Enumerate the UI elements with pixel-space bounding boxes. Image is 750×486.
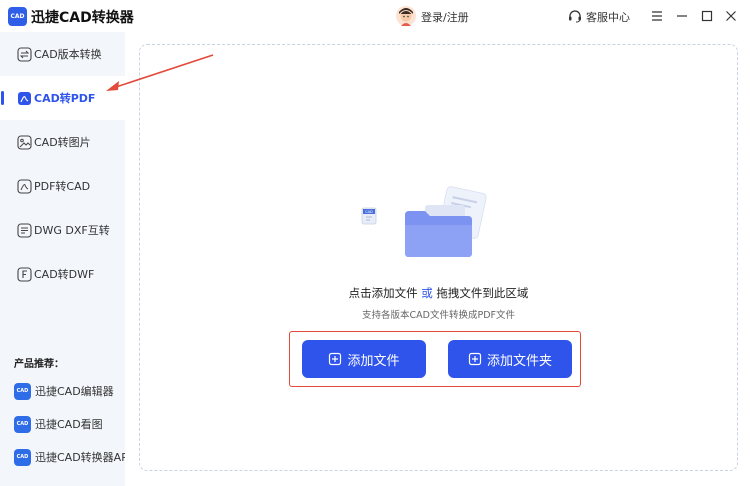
add-file-button[interactable]: 添加文件: [302, 340, 426, 378]
add-folder-label: 添加文件夹: [486, 353, 552, 369]
product-cad-converter-app[interactable]: CAD 迅捷CAD转换器APP: [14, 447, 134, 467]
product-cad-viewer[interactable]: CAD 迅捷CAD看图: [14, 414, 103, 434]
version-convert-icon: [17, 46, 32, 62]
sidebar-item-cad-to-image[interactable]: CAD转图片: [0, 120, 125, 164]
minimize-icon: [677, 15, 687, 17]
sidebar-item-cad-to-pdf[interactable]: CAD转PDF: [0, 76, 125, 120]
cad-editor-app-icon: CAD: [14, 382, 31, 400]
add-folder-icon: [468, 352, 482, 366]
menu-icon: [652, 11, 662, 21]
login-link[interactable]: 登录/注册: [421, 9, 469, 25]
drop-zone[interactable]: CAD 点击添加文件 或 拖拽文件到此区域 支持各版本CAD文件转换成PDF文件: [139, 44, 738, 471]
add-folder-button[interactable]: 添加文件夹: [448, 340, 572, 378]
product-label: 迅捷CAD转换器APP: [35, 451, 135, 464]
file-badge-text: CAD: [365, 210, 373, 214]
drop-instruction-or: 或: [421, 286, 433, 300]
product-cad-editor[interactable]: CAD 迅捷CAD编辑器: [14, 381, 114, 401]
avatar[interactable]: [396, 6, 416, 26]
app-logo: CAD: [8, 7, 27, 26]
pdf-icon: [18, 91, 31, 105]
sidebar-item-label: PDF转CAD: [34, 180, 91, 193]
title-bar: CAD 迅捷CAD转换器 登录/注册 客服中心: [0, 0, 750, 32]
sidebar-item-label: CAD转PDF: [34, 92, 96, 105]
drop-subtitle: 支持各版本CAD文件转换成PDF文件: [362, 310, 515, 321]
drop-instruction-a: 点击添加文件: [348, 286, 418, 300]
product-label: 迅捷CAD看图: [35, 418, 103, 431]
dwg-dxf-icon: [17, 222, 32, 238]
main-panel: CAD 点击添加文件 或 拖拽文件到此区域 支持各版本CAD文件转换成PDF文件: [125, 32, 750, 486]
maximize-icon: [701, 10, 713, 22]
app-title: 迅捷CAD转换器: [31, 10, 134, 26]
sidebar-item-pdf-to-cad[interactable]: PDF转CAD: [0, 164, 125, 208]
sidebar-item-cad-version[interactable]: CAD版本转换: [0, 32, 125, 76]
product-label: 迅捷CAD编辑器: [35, 385, 114, 398]
sidebar-item-label: CAD转图片: [34, 136, 91, 149]
cad-viewer-app-icon: CAD: [14, 415, 31, 433]
product-section-title: 产品推荐：: [14, 359, 64, 370]
add-file-icon: [329, 352, 342, 366]
headset-icon[interactable]: [568, 9, 582, 23]
sidebar-item-label: DWG DXF互转: [34, 224, 110, 237]
sidebar: CAD版本转换 CAD转PDF CAD转图片 PDF转CAD DWG DXF互转: [0, 32, 134, 486]
add-file-label: 添加文件: [347, 353, 400, 369]
active-indicator: [1, 91, 4, 105]
image-icon: [17, 134, 32, 150]
sidebar-item-dwg-dxf[interactable]: DWG DXF互转: [0, 208, 125, 252]
maximize-button[interactable]: [698, 6, 716, 26]
cad-converter-app-icon: CAD: [14, 448, 31, 466]
menu-button[interactable]: [648, 6, 666, 26]
drop-instruction-b: 拖拽文件到此区域: [436, 286, 529, 300]
sidebar-item-label: CAD转DWF: [34, 268, 95, 281]
close-icon: [726, 11, 736, 21]
sidebar-item-cad-to-dwf[interactable]: CAD转DWF: [0, 252, 125, 296]
service-center-link[interactable]: 客服中心: [586, 9, 630, 25]
close-button[interactable]: [722, 6, 740, 26]
dwf-icon: [17, 266, 32, 282]
folder-illustration-icon: CAD: [361, 186, 487, 257]
minimize-button[interactable]: [673, 6, 691, 26]
drop-instruction: 点击添加文件 或 拖拽文件到此区域: [140, 285, 737, 301]
highlight-box: 添加文件 添加文件夹: [289, 331, 581, 387]
pdf-to-cad-icon: [17, 178, 32, 194]
sidebar-item-label: CAD版本转换: [34, 48, 102, 61]
